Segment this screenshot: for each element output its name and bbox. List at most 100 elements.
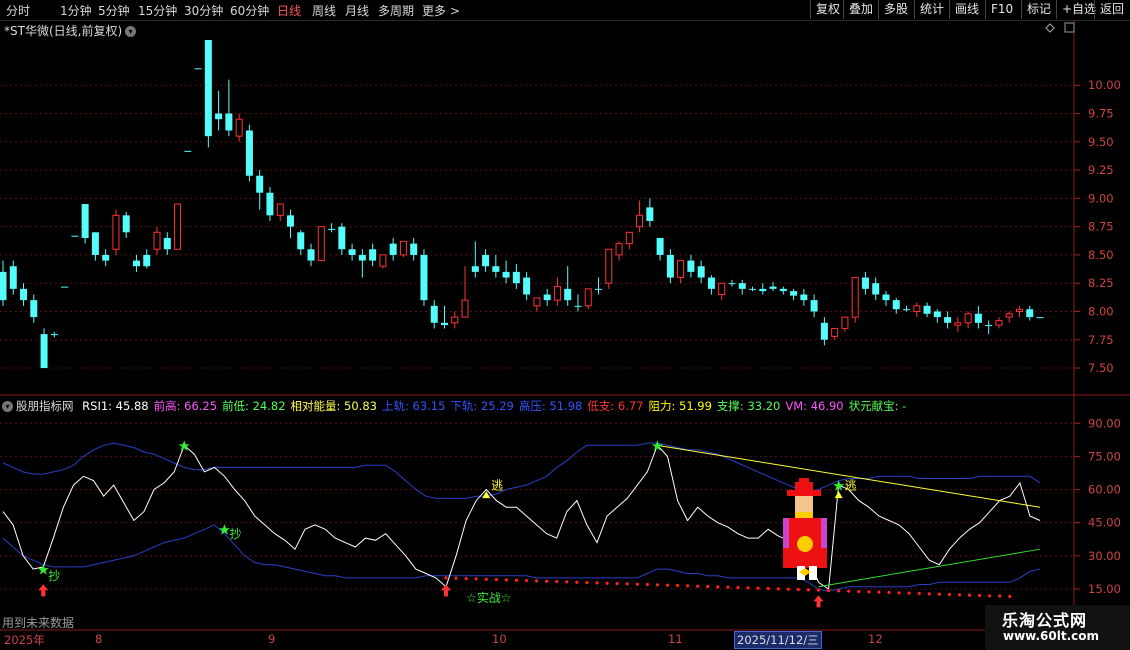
candle-body (502, 271, 510, 278)
candle-body (841, 316, 849, 329)
low-support-dot (535, 579, 539, 583)
candle-body (430, 305, 438, 323)
low-support-dot (686, 584, 690, 588)
low-support-dot (494, 577, 498, 582)
low-support-dot (796, 587, 800, 592)
tao-label: 逃 (845, 479, 857, 493)
low-support-dot (786, 587, 790, 591)
candle-body (595, 288, 603, 290)
candle-body (584, 288, 592, 307)
low-support-dot (565, 580, 569, 584)
mascot-sleeve (783, 518, 789, 548)
candle-body (112, 214, 120, 250)
low-support-dot (967, 593, 972, 597)
candle-body (266, 192, 274, 216)
candle-body (215, 113, 223, 120)
indicator-menu-icon[interactable]: ▾ (2, 401, 13, 412)
low-support-dot (726, 585, 730, 589)
indicator-label: 90.00 (1088, 416, 1121, 430)
indicator-item: 前低: 24.82 (222, 399, 286, 413)
candle-body (410, 243, 418, 255)
candle-body (338, 226, 346, 250)
candle-body (1026, 309, 1034, 318)
low-support-dot (524, 578, 529, 583)
candle-body (122, 215, 130, 233)
low-support-dot (585, 580, 589, 585)
pane-diamond-icon (1045, 23, 1055, 33)
candle-body (656, 237, 664, 255)
price-label: 8.75 (1088, 220, 1114, 234)
low-support-dot (454, 576, 458, 580)
candle-body (820, 322, 828, 340)
candle-body (420, 254, 428, 301)
candle-body (985, 325, 993, 327)
candle-body (892, 300, 900, 310)
shizhan-label: ☆实战☆ (466, 590, 512, 605)
candle-body (1015, 308, 1023, 312)
candle-body (256, 175, 264, 193)
candle-body (913, 305, 921, 312)
candle-body (20, 288, 28, 301)
candle-body (718, 282, 726, 296)
low-support-dot (474, 577, 478, 581)
chart-canvas[interactable]: 10.00 9.75 9.50 9.25 9.00 8.75 8.50 8.25 8.00 7.7… (0, 0, 1130, 650)
candle-body (184, 150, 192, 152)
candle-body (0, 271, 7, 301)
candle-body (276, 203, 284, 216)
low-support-dot (736, 585, 740, 590)
candle-body (933, 311, 941, 318)
low-support-dot (977, 593, 982, 598)
pane-maximize-icon (1064, 22, 1075, 33)
low-support-dot (766, 586, 770, 591)
candle-body (81, 204, 89, 238)
watermark-title: 乐淘公式网 (1002, 611, 1088, 630)
stock-title: *ST华微(日线,前复权) (4, 24, 123, 38)
candle-body (851, 277, 859, 318)
chao-label: 抄 (229, 527, 241, 541)
low-support-dot (917, 591, 921, 596)
candle-body (194, 68, 202, 70)
low-support-dot (716, 585, 720, 589)
chevron-down-icon[interactable]: ▾ (125, 26, 137, 37)
candle-body (543, 294, 551, 301)
candle-body (707, 277, 715, 289)
candle-body (61, 286, 69, 288)
low-support-dot (776, 587, 780, 591)
candle-body (790, 291, 798, 296)
chao-label: 抄 (48, 569, 60, 583)
low-support-dot (645, 582, 649, 587)
price-label: 8.00 (1088, 304, 1114, 318)
low-support-dot (665, 583, 670, 587)
price-label: 10.00 (1088, 78, 1121, 92)
price-label: 9.50 (1088, 135, 1114, 149)
low-support-dot (826, 588, 831, 593)
candle-body (687, 260, 695, 272)
future-data-note: 用到未来数据 (2, 616, 75, 630)
candle-body (923, 305, 931, 314)
sell-triangle-icon (834, 491, 843, 499)
candle-body (872, 283, 880, 295)
x-label-sep: 9 (268, 632, 276, 646)
low-support-dot (857, 589, 861, 594)
low-support-dot (444, 576, 448, 580)
candle-body (153, 231, 161, 250)
low-support-dot (545, 579, 549, 583)
candle-body (71, 235, 79, 237)
candle-body (974, 313, 982, 323)
indicator-name[interactable]: 股朋指标网 (16, 399, 74, 413)
upper-band-line (2, 442, 1041, 499)
low-support-dot (816, 588, 821, 592)
low-support-dot (897, 591, 901, 595)
x-label-aug: 8 (95, 632, 103, 646)
low-support-dot (1008, 594, 1012, 599)
buy-arrow-icon (440, 584, 451, 597)
lower-band-line (2, 524, 1041, 592)
price-label: 7.50 (1088, 361, 1114, 375)
indicator-item: 低支: 6.77 (587, 399, 644, 413)
candle-body (625, 231, 633, 245)
low-support-dot (575, 580, 579, 584)
candle-body (779, 288, 787, 292)
candle-body (482, 254, 490, 267)
candle-body (882, 294, 890, 301)
indicator-label: 15.00 (1088, 582, 1121, 596)
